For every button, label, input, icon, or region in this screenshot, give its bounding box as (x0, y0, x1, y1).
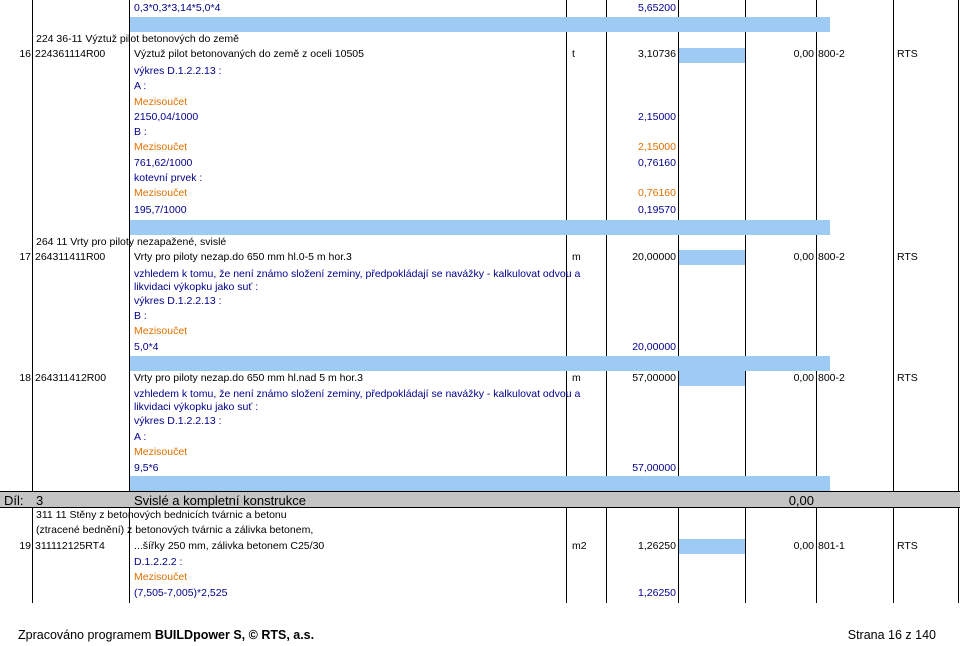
grid-line (678, 0, 679, 603)
grid-line (816, 0, 817, 603)
item-description: Vrty pro piloty nezap.do 650 mm hl.nad 5… (134, 372, 363, 384)
measure-value: 20,00000 (632, 341, 676, 353)
measure-text: 9,5*6 (134, 462, 159, 474)
note-text: vzhledem k tomu, že není známo složení z… (134, 268, 581, 280)
item-quantity: 3,10736 (638, 48, 676, 60)
item-number: 16 (19, 48, 31, 60)
subtotal-label: Mezisoučet (134, 96, 188, 108)
item-source: RTS (897, 540, 918, 552)
section-bar (130, 476, 830, 491)
note-text: likvidaci výkopku jako suť : (134, 401, 259, 413)
item-number: 18 (19, 372, 31, 384)
item-unit: m (572, 251, 581, 263)
grid-line (32, 0, 33, 603)
item-quantity: 57,00000 (632, 372, 676, 384)
measure-value: 57,00000 (632, 462, 676, 474)
section-bar (130, 220, 830, 235)
note-text: likvidaci výkopku jako suť : (134, 281, 259, 293)
group-title: 224 36-11 Výztuž pilot betonových do zem… (36, 33, 239, 45)
subtotal-value: 2,15000 (638, 141, 676, 153)
item-price: 0,00 (793, 251, 814, 263)
measure-text: výkres D.1.2.2.13 : (134, 415, 222, 427)
section-number: 3 (36, 493, 44, 508)
item-code: 311112125RT4 (35, 540, 105, 552)
item-description-pre: (ztracené bednění) z betonových tvárnic … (36, 524, 314, 536)
item-unit: t (572, 48, 575, 60)
note-text: vzhledem k tomu, že není známo složení z… (134, 388, 581, 400)
section-title: Svislé a kompletní konstrukce (134, 493, 306, 508)
measure-text: 0,3*0,3*3,14*5,0*4 (134, 2, 221, 14)
section-bar (130, 356, 830, 371)
item-source: RTS (897, 48, 918, 60)
section-bar (679, 539, 745, 554)
item-norm: 800-2 (818, 251, 845, 263)
section-bar (679, 371, 745, 386)
subtotal-label: Mezisoučet (134, 187, 188, 199)
measure-text: (7,505-7,005)*2,525 (134, 587, 228, 599)
measure-text: D.1.2.2.2 : (134, 556, 183, 568)
item-price: 0,00 (793, 372, 814, 384)
grid-line (606, 0, 607, 603)
item-price: 0,00 (793, 48, 814, 60)
measure-value: 1,26250 (638, 587, 676, 599)
item-description: Výztuž pilot betonovaných do země z ocel… (134, 48, 364, 60)
measure-text: B : (134, 310, 147, 322)
item-price: 0,00 (793, 540, 814, 552)
section-label: Díl: (4, 493, 24, 508)
section-bar (130, 17, 830, 32)
item-description: ...šířky 250 mm, zálivka betonem C25/30 (134, 540, 325, 552)
item-norm: 800-2 (818, 372, 845, 384)
footer-credit: Zpracováno programem BUILDpower S, © RTS… (18, 628, 314, 642)
item-source: RTS (897, 251, 918, 263)
item-unit: m2 (572, 540, 587, 552)
measure-value: 0,19570 (638, 204, 676, 216)
item-quantity: 20,00000 (632, 251, 676, 263)
item-number: 19 (19, 540, 31, 552)
measure-value: 0,76160 (638, 157, 676, 169)
item-code: 224361114R00 (35, 48, 106, 60)
grid-line (958, 0, 959, 603)
measure-text: kotevní prvek : (134, 172, 203, 184)
group-title: 264 11 Vrty pro piloty nezapažené, svisl… (36, 236, 227, 248)
measure-value: 2,15000 (638, 111, 676, 123)
footer-credit-brand: BUILDpower S, © RTS, a.s. (154, 628, 315, 642)
measure-text: A : (134, 431, 147, 443)
grid-line (745, 0, 746, 603)
grid-line (566, 0, 567, 603)
subtotal-label: Mezisoučet (134, 571, 188, 583)
subtotal-label: Mezisoučet (134, 325, 188, 337)
subtotal-value: 0,76160 (638, 187, 676, 199)
measure-text: výkres D.1.2.2.13 : (134, 295, 222, 307)
section-bar (679, 48, 745, 63)
measure-text: 2150,04/1000 (134, 111, 199, 123)
group-title: 311 11 Stěny z betonových bednicích tvár… (36, 509, 287, 521)
measure-text: 761,62/1000 (134, 157, 193, 169)
measure-text: B : (134, 126, 147, 138)
section-total: 0,00 (788, 493, 814, 508)
measure-text: výkres D.1.2.2.13 : (134, 65, 222, 77)
grid-line (893, 0, 894, 603)
item-norm: 800-2 (818, 48, 845, 60)
item-source: RTS (897, 372, 918, 384)
measure-value: 5,65200 (638, 2, 676, 14)
item-number: 17 (19, 251, 31, 263)
section-bar (679, 250, 745, 265)
item-code: 264311412R00 (35, 372, 107, 384)
item-quantity: 1,26250 (638, 540, 676, 552)
measure-text: A : (134, 80, 147, 92)
subtotal-label: Mezisoučet (134, 141, 188, 153)
item-code: 264311411R00 (35, 251, 106, 263)
page-number: Strana 16 z 140 (847, 628, 936, 642)
subtotal-label: Mezisoučet (134, 446, 188, 458)
item-norm: 801-1 (818, 540, 845, 552)
item-unit: m (572, 372, 581, 384)
measure-text: 195,7/1000 (134, 204, 187, 216)
footer-credit-prefix: Zpracováno programem (18, 628, 155, 642)
item-description: Vrty pro piloty nezap.do 650 mm hl.0-5 m… (134, 251, 352, 263)
measure-text: 5,0*4 (134, 341, 159, 353)
